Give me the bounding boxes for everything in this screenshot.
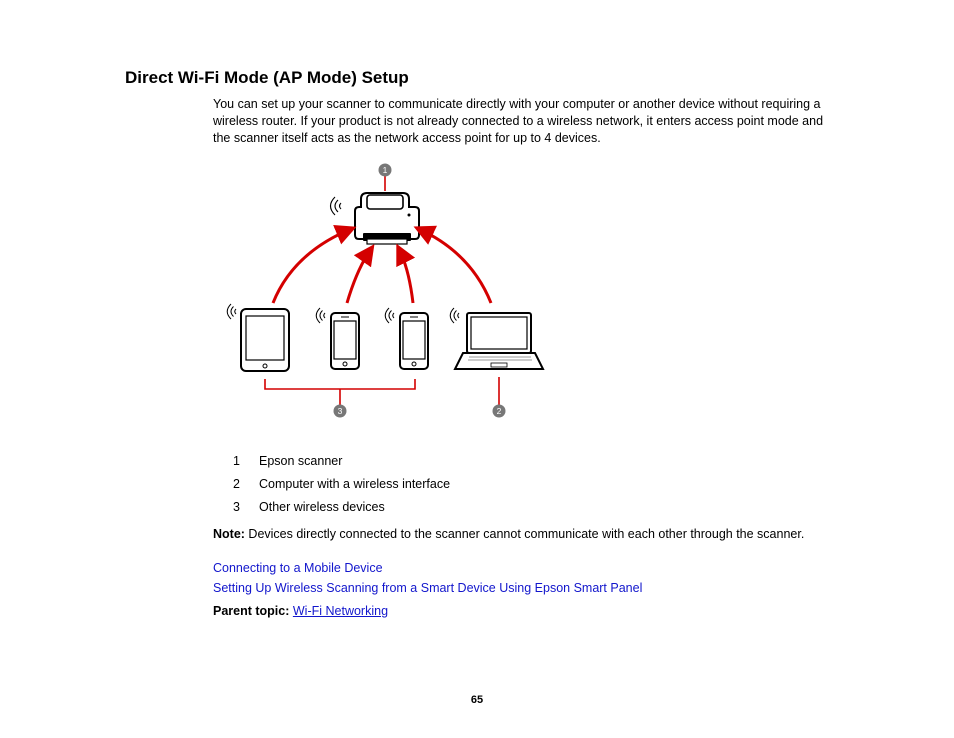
legend-number: 1 [233, 454, 259, 468]
note-label: Note: [213, 527, 245, 541]
legend-row: 1 Epson scanner [233, 454, 829, 468]
parent-topic-label: Parent topic: [213, 604, 293, 618]
legend-row: 2 Computer with a wireless interface [233, 477, 829, 491]
scanner-icon [331, 193, 420, 244]
note-text: Devices directly connected to the scanne… [245, 527, 804, 541]
legend-number: 2 [233, 477, 259, 491]
svg-text:2: 2 [497, 406, 502, 416]
parent-topic-link[interactable]: Wi-Fi Networking [293, 604, 388, 618]
legend-row: 3 Other wireless devices [233, 500, 829, 514]
note-paragraph: Note: Devices directly connected to the … [213, 526, 829, 543]
phone-icon-2 [385, 308, 428, 369]
legend-text: Computer with a wireless interface [259, 477, 450, 491]
svg-text:3: 3 [338, 406, 343, 416]
link-connecting-mobile[interactable]: Connecting to a Mobile Device [213, 559, 829, 578]
legend-text: Other wireless devices [259, 500, 385, 514]
intro-paragraph: You can set up your scanner to communica… [213, 96, 829, 147]
diagram-legend: 1 Epson scanner 2 Computer with a wirele… [233, 454, 829, 514]
page-heading: Direct Wi-Fi Mode (AP Mode) Setup [125, 68, 829, 88]
tablet-icon [227, 304, 289, 371]
legend-number: 3 [233, 500, 259, 514]
svg-text:1: 1 [383, 165, 388, 175]
related-links: Connecting to a Mobile Device Setting Up… [213, 559, 829, 622]
phone-icon-1 [316, 308, 359, 369]
legend-text: Epson scanner [259, 454, 342, 468]
link-wireless-scanning-smart-panel[interactable]: Setting Up Wireless Scanning from a Smar… [213, 579, 829, 598]
laptop-icon [450, 308, 543, 369]
page-number: 65 [0, 694, 954, 706]
network-diagram: 1 [213, 161, 829, 436]
parent-topic: Parent topic: Wi-Fi Networking [213, 602, 829, 621]
